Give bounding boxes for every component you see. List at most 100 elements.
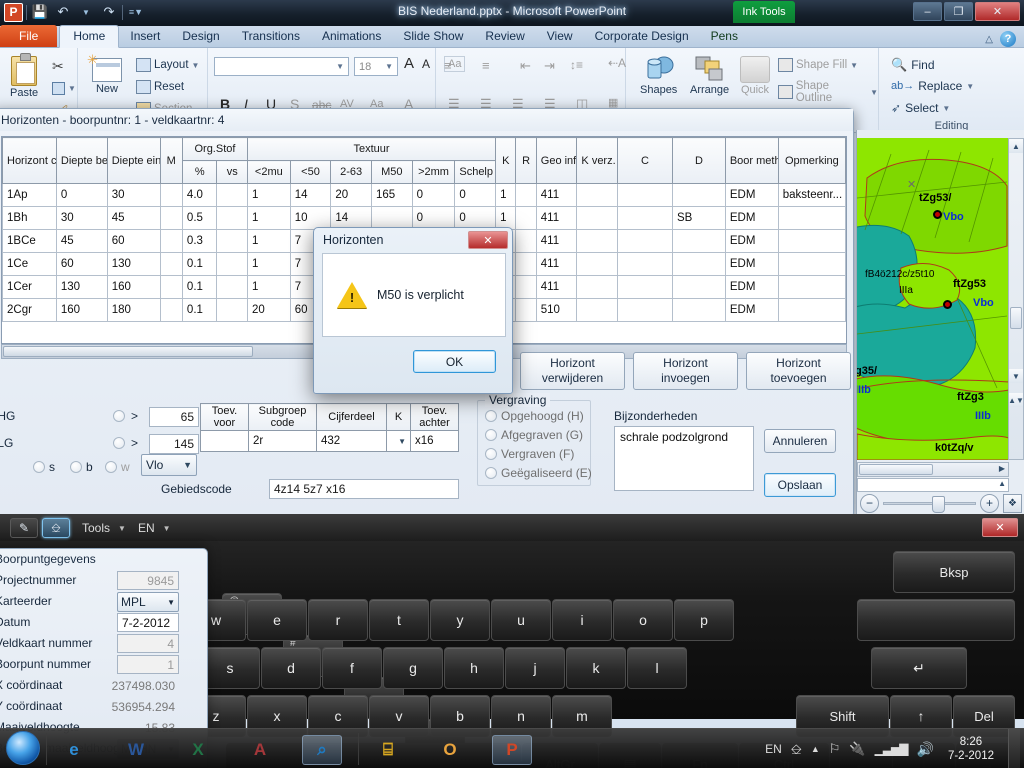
cell-lt2mu[interactable]: 1	[246, 206, 291, 230]
cell-subgroep-code[interactable]: 2r	[248, 430, 317, 452]
tray-volume-icon[interactable]: 🔊	[917, 741, 934, 758]
vergraving-radio-gegaliseerd[interactable]	[485, 467, 497, 479]
cell-vs[interactable]	[216, 298, 248, 322]
cell-boor[interactable]: EDM	[724, 275, 779, 299]
cell-cijferdeel[interactable]: 432	[316, 430, 387, 452]
th-diepte-begin[interactable]: Diepte begin	[55, 137, 108, 184]
tab-design[interactable]: Design	[171, 26, 230, 47]
shape-fill-button[interactable]: Shape Fill ▼	[778, 58, 858, 72]
vlo-dropdown-icon[interactable]: ▼	[183, 460, 192, 470]
cell-d[interactable]	[671, 275, 726, 299]
cell-begin[interactable]: 30	[55, 206, 108, 230]
annuleren-button[interactable]: Annuleren	[764, 429, 836, 453]
increase-indent-icon[interactable]: ⇥	[544, 58, 555, 74]
collapse-ribbon-icon[interactable]: △	[985, 34, 993, 45]
quick-styles-button[interactable]: Quick	[740, 56, 770, 96]
cell-m[interactable]	[159, 206, 183, 230]
osk-key-s[interactable]: s	[200, 647, 260, 689]
text-direction-icon[interactable]: ⇠A	[608, 56, 626, 70]
vergraving-radio-vergraven[interactable]	[485, 448, 497, 460]
cell-horizont[interactable]: 1Ap	[2, 183, 57, 207]
cell-geo[interactable]: 411	[535, 229, 578, 253]
arrange-button[interactable]: Arrange	[690, 56, 729, 96]
th-c[interactable]: C	[617, 137, 673, 184]
shrink-font-button[interactable]: A	[422, 57, 430, 71]
powerpoint-icon[interactable]: P	[492, 735, 532, 765]
map-vertical-scrollbar[interactable]: ▲ ▼ ▲▼	[1008, 138, 1024, 460]
map-horizontal-scrollbar[interactable]: ▶	[857, 462, 1009, 477]
map-scroll-up-icon[interactable]: ▲	[1009, 139, 1023, 153]
cell-toev-achter[interactable]: x16	[410, 430, 459, 452]
table-row[interactable]: 1Ap 0 30 4.0 1 14 20 165 0 0 1 411 EDM b…	[2, 183, 846, 207]
osk-key-space[interactable]: ↵	[871, 647, 967, 689]
excel-icon[interactable]: X	[178, 735, 218, 765]
outlook-icon[interactable]: O	[430, 735, 470, 765]
cell-begin[interactable]: 160	[55, 298, 108, 322]
cell-pct[interactable]: 0.1	[181, 298, 218, 322]
cell-r[interactable]	[515, 252, 537, 276]
cell-vs[interactable]	[216, 183, 248, 207]
th-diepte-eind[interactable]: Diepte eind	[106, 137, 161, 184]
cell-begin[interactable]: 60	[55, 252, 108, 276]
osk-tools-dropdown-icon[interactable]: ▼	[118, 524, 126, 533]
cell-r[interactable]	[515, 298, 537, 322]
osk-key-d[interactable]: d	[261, 647, 321, 689]
th-d[interactable]: D	[671, 137, 726, 184]
th-k[interactable]: K	[495, 137, 517, 184]
cell-c[interactable]	[617, 229, 673, 253]
cell-opmerking[interactable]: baksteenr...	[777, 183, 846, 207]
cell-kverz[interactable]	[576, 229, 619, 253]
cell-m[interactable]	[159, 183, 183, 207]
cell-kverz[interactable]	[576, 183, 619, 207]
cell-pct[interactable]: 0.1	[181, 275, 218, 299]
cell-lt2mu[interactable]: 1	[246, 183, 291, 207]
tab-corporate-design[interactable]: Corporate Design	[584, 26, 700, 47]
cell-kverz[interactable]	[576, 275, 619, 299]
start-button[interactable]	[6, 731, 40, 765]
cell-schelp[interactable]: 0	[454, 183, 497, 207]
layout-dropdown-icon[interactable]: ▼	[192, 61, 200, 70]
cell-kverz[interactable]	[576, 298, 619, 322]
cell-r[interactable]	[515, 229, 537, 253]
osk-key-r[interactable]: r	[308, 599, 368, 641]
radio-w[interactable]	[105, 461, 117, 473]
cell-m[interactable]	[159, 252, 183, 276]
cell-k[interactable]: 1	[495, 183, 517, 207]
boorpunt-value-veldkaart-nummer[interactable]: 4	[117, 634, 179, 653]
opslaan-button[interactable]: Opslaan	[764, 473, 836, 497]
map-hscroll-thumb[interactable]	[859, 464, 933, 475]
cell-begin[interactable]: 45	[55, 229, 108, 253]
tab-insert[interactable]: Insert	[119, 26, 171, 47]
dialog-close-button[interactable]: ✕	[468, 231, 508, 249]
cell-eind[interactable]: 160	[106, 275, 161, 299]
map-vscroll-thumb[interactable]	[1010, 307, 1022, 329]
cell-c[interactable]	[617, 183, 673, 207]
dialog-ok-button[interactable]: OK	[413, 350, 496, 373]
dropdown-icon[interactable]: ▼	[167, 598, 175, 607]
osk-language-label[interactable]: EN	[138, 521, 155, 535]
cell-c[interactable]	[617, 206, 673, 230]
glg-input[interactable]: 145	[149, 434, 199, 454]
cell-opmerking[interactable]	[777, 252, 846, 276]
cell-horizont[interactable]: 1Cer	[2, 275, 57, 299]
osk-key-l[interactable]: l	[627, 647, 687, 689]
grid-scrollbar-thumb[interactable]	[3, 346, 253, 357]
word-icon[interactable]: W	[116, 735, 156, 765]
bodemcode-value-row[interactable]: 2r 432 ▼ x16	[200, 430, 459, 452]
bis-search-icon[interactable]: ⌕	[302, 735, 342, 765]
cell-c[interactable]	[617, 252, 673, 276]
map-marker-boorpunt-1[interactable]	[933, 210, 942, 219]
pen-input-icon[interactable]: ✎	[10, 518, 38, 538]
bijzonderheden-textarea[interactable]: schrale podzolgrond	[614, 426, 754, 491]
shape-fill-dropdown-icon[interactable]: ▼	[850, 61, 858, 70]
cell-pct[interactable]: 0.1	[181, 252, 218, 276]
tray-flag-icon[interactable]: ⚐	[829, 741, 841, 757]
tab-transitions[interactable]: Transitions	[231, 26, 311, 47]
map-scroll-right-icon[interactable]: ▶	[999, 464, 1005, 473]
boorpunt-value-karteerder[interactable]: MPL ▼	[117, 592, 179, 612]
osk-key-space[interactable]	[857, 599, 1015, 641]
cell-vs[interactable]	[216, 252, 248, 276]
tab-review[interactable]: Review	[474, 26, 535, 47]
cell-pct[interactable]: 0.5	[181, 206, 218, 230]
copy-button[interactable]: ▼	[52, 82, 76, 95]
